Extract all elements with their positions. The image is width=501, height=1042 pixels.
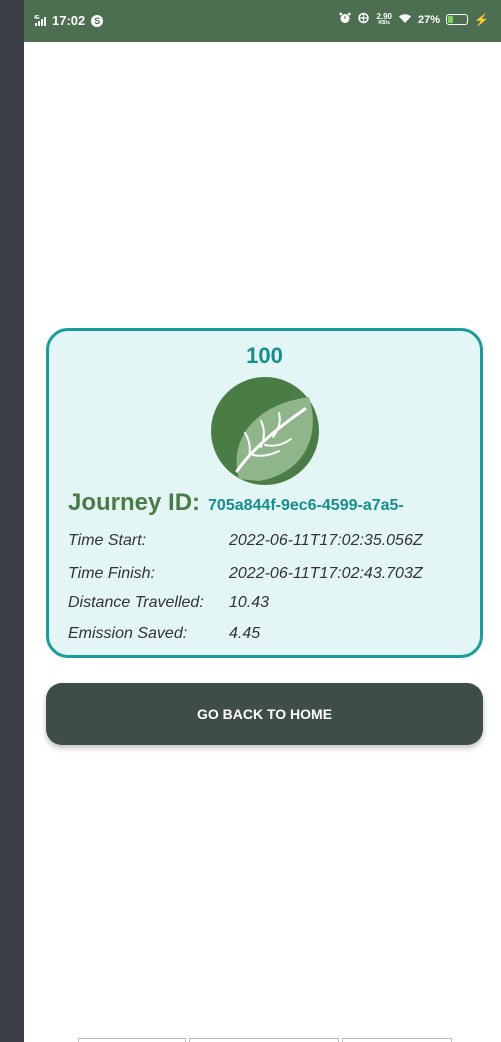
time-finish-label: Time Finish: <box>68 565 155 582</box>
distance-label: Distance Travelled: <box>68 594 204 611</box>
emission-value: 4.45 <box>229 625 261 642</box>
charging-icon: ⚡ <box>474 12 489 27</box>
battery-icon <box>446 14 469 25</box>
wifi-icon <box>398 13 412 27</box>
emission-label: Emission Saved: <box>68 625 188 642</box>
journey-score: 100 <box>246 343 283 368</box>
signal-type-label: 4G <box>34 15 40 21</box>
time-finish-value: 2022-06-11T17:02:43.703Z <box>229 565 423 582</box>
alarm-icon <box>339 12 352 27</box>
network-speed-value: 2.90 <box>376 12 393 21</box>
battery-level-fill <box>448 16 454 23</box>
journey-id-value: 705a844f-9ec6-4599-a7a5- <box>208 497 404 514</box>
bottom-partial-tabs <box>78 1038 454 1042</box>
journey-summary-card: 100 Journey ID: 705a844f-9ec6-4599-a7a5- … <box>46 328 483 658</box>
status-bar: 4G 17:02 S 2.90 KB/s 27% ⚡ <box>24 0 501 42</box>
signal-icon: 4G <box>34 14 48 28</box>
status-time: 17:02 <box>52 13 86 28</box>
leaf-logo-icon <box>211 377 319 485</box>
status-bar-right: 2.90 KB/s 27% ⚡ <box>339 12 489 27</box>
battery-percent: 27% <box>418 13 441 26</box>
time-start-label: Time Start: <box>68 532 147 549</box>
status-bar-left: 4G 17:02 S <box>34 13 104 28</box>
network-speed-unit: KB/s <box>378 20 390 26</box>
distance-value: 10.43 <box>229 594 270 611</box>
go-back-home-button[interactable]: GO BACK TO HOME <box>46 683 483 745</box>
left-background-strip <box>0 0 24 1042</box>
journey-id-label: Journey ID: <box>68 489 201 516</box>
vibrate-icon <box>357 12 370 27</box>
bottom-tab[interactable] <box>78 1038 186 1042</box>
time-start-value: 2022-06-11T17:02:35.056Z <box>229 532 423 549</box>
notification-badge-icon: S <box>91 14 104 27</box>
bottom-tab[interactable] <box>189 1038 339 1042</box>
journey-id-row: Journey ID: 705a844f-9ec6-4599-a7a5- <box>68 489 484 517</box>
network-speed: 2.90 KB/s <box>376 12 393 27</box>
app-screen: 4G 17:02 S 2.90 KB/s 27% ⚡ 100 Journey I… <box>24 0 501 1042</box>
bottom-tab[interactable] <box>342 1038 452 1042</box>
